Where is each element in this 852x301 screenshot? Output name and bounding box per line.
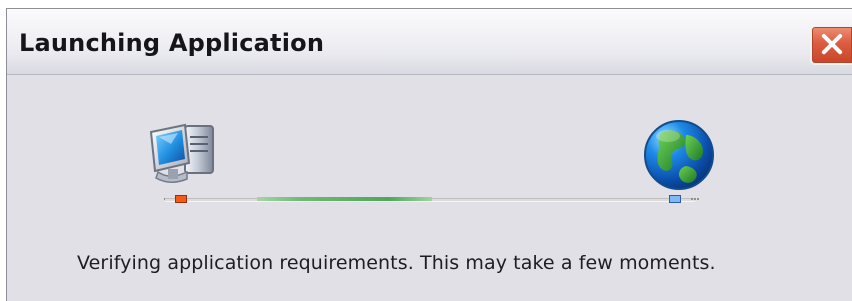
close-button[interactable] [810,25,852,65]
right-connection-dots [691,198,699,202]
dialog-titlebar: Launching Application [7,9,852,75]
dialog-title: Launching Application [19,29,325,57]
remote-connection-port [669,195,681,203]
computer-icon [149,123,214,183]
progress-indicator [257,197,432,201]
dialog-content: Verifying application requirements. This… [7,75,852,301]
close-icon [821,33,843,55]
launching-application-dialog: Launching Application Verifying applicat… [6,8,852,301]
status-message: Verifying application requirements. This… [77,252,716,274]
globe-icon [644,120,714,190]
local-connection-port [175,195,187,203]
